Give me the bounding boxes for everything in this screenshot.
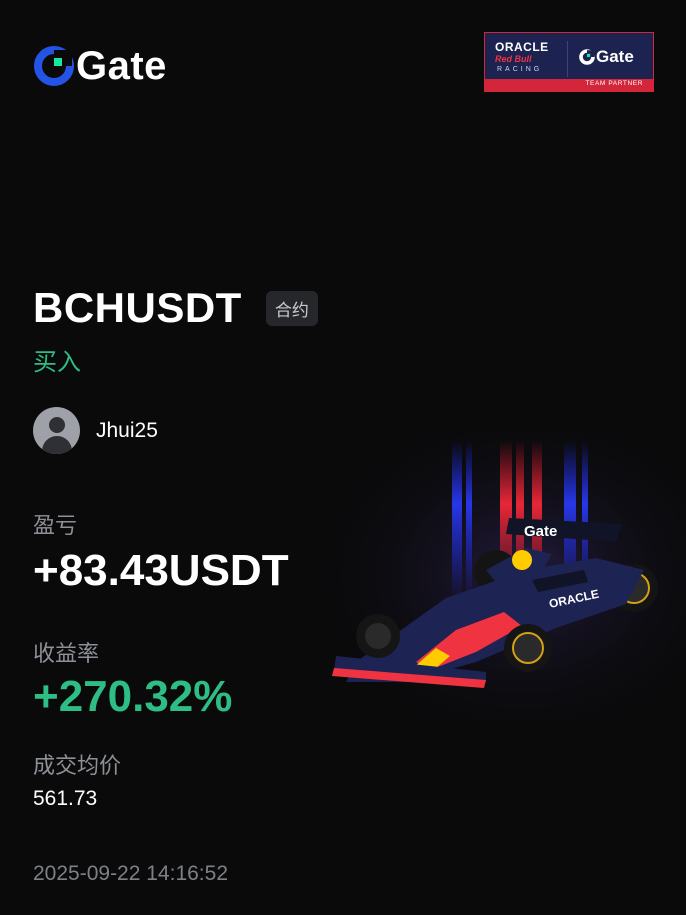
avatar (33, 407, 80, 454)
avatar-body (42, 436, 72, 454)
pnl-value: +83.43USDT (33, 546, 289, 595)
username: Jhui25 (96, 418, 158, 442)
partner-oracle-text: ORACLE (495, 40, 549, 54)
partner-divider (567, 41, 568, 77)
avg-price-label: 成交均价 (33, 753, 122, 778)
gate-logo-icon (34, 46, 74, 86)
avatar-head (49, 417, 65, 433)
pnl-label: 盈亏 (33, 513, 78, 538)
pair-row: BCHUSDT 合约 (33, 284, 318, 332)
partner-racing-text: RACING (497, 66, 543, 73)
avg-price-value: 561.73 (33, 787, 98, 810)
roi-value: +270.32% (33, 672, 233, 721)
f1-car-illustration: Gate ORACLE (326, 430, 686, 720)
trading-pair: BCHUSDT (33, 284, 242, 331)
gate-logo-text: Gate (76, 44, 167, 88)
roi-label: 收益率 (33, 641, 100, 666)
timestamp: 2025-09-22 14:16:52 (33, 862, 228, 885)
partner-badge: ORACLE Red Bull RACING Gate TEAM PARTNER (484, 32, 654, 92)
contract-tag: 合约 (265, 290, 318, 326)
position-side: 买入 (33, 349, 81, 376)
partner-gate-text: Gate (596, 47, 634, 66)
svg-text:Gate: Gate (524, 523, 557, 540)
partner-strip: TEAM PARTNER (485, 79, 653, 91)
user-row: Jhui25 (33, 407, 158, 454)
gate-logo: Gate (34, 46, 167, 86)
partner-gate-icon (579, 49, 595, 65)
partner-strip-text: TEAM PARTNER (585, 80, 643, 87)
partner-gate-logo: Gate (579, 47, 634, 67)
partner-redbull-text: Red Bull (495, 54, 532, 64)
